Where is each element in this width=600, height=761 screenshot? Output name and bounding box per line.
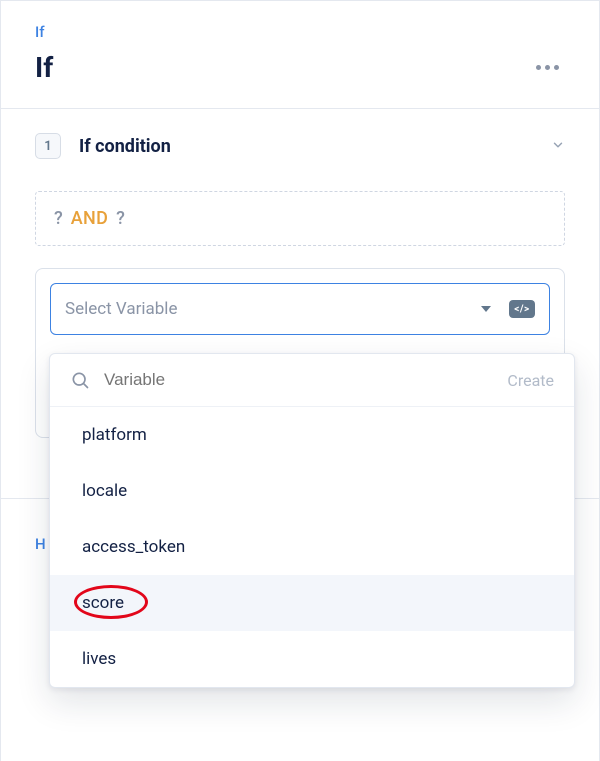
- breadcrumb[interactable]: If: [35, 23, 565, 41]
- more-menu-button[interactable]: [530, 59, 565, 76]
- variable-option-locale[interactable]: locale: [50, 463, 574, 519]
- page-title: If: [35, 51, 53, 84]
- variable-dropdown: Create platformlocaleaccess_tokenscoreli…: [49, 353, 575, 688]
- section-title: If condition: [79, 136, 171, 157]
- expression-right-placeholder: ?: [116, 208, 125, 229]
- variable-select-placeholder: Select Variable: [65, 299, 469, 319]
- search-icon: [70, 370, 90, 390]
- variable-option-platform[interactable]: platform: [50, 407, 574, 463]
- variable-option-access_token[interactable]: access_token: [50, 519, 574, 575]
- variable-option-score[interactable]: score: [50, 575, 574, 631]
- section-header[interactable]: 1 If condition: [35, 133, 565, 159]
- variable-select[interactable]: Select Variable </>: [50, 283, 550, 335]
- caret-down-icon: [481, 306, 491, 312]
- panel-header: If If: [1, 1, 599, 109]
- side-label: H: [35, 535, 46, 553]
- expression-left-placeholder: ?: [54, 208, 63, 229]
- chevron-down-icon: [551, 137, 565, 156]
- variable-option-lives[interactable]: lives: [50, 631, 574, 687]
- if-condition-section: 1 If condition: [1, 109, 599, 169]
- variable-option-list: platformlocaleaccess_tokenscorelives: [50, 407, 574, 687]
- expression-operator: AND: [71, 208, 108, 229]
- variable-search-input[interactable]: [104, 370, 493, 390]
- step-index-badge: 1: [35, 133, 61, 159]
- dropdown-search-row: Create: [50, 354, 574, 407]
- panel: If If 1 If condition ? AND ? Select Vari…: [0, 0, 600, 761]
- create-variable-button[interactable]: Create: [507, 371, 554, 390]
- expression-preview[interactable]: ? AND ?: [35, 191, 565, 246]
- annotation-highlight: [74, 585, 148, 619]
- code-mode-toggle[interactable]: </>: [509, 300, 535, 318]
